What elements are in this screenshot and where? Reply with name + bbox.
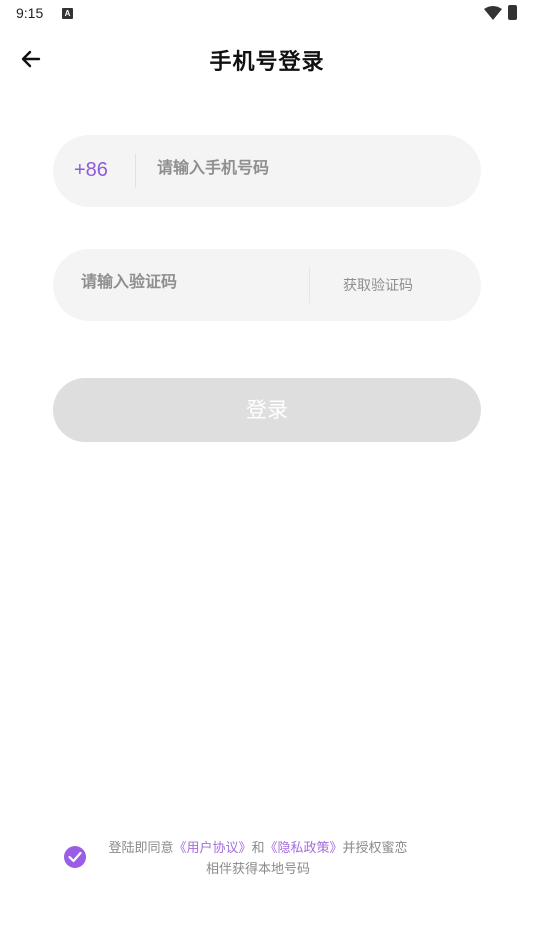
page-title: 手机号登录 <box>209 50 325 75</box>
agreement-checkbox[interactable] <box>64 846 86 868</box>
agreement-prefix: 登陆即同意 <box>108 841 174 856</box>
agreement-line-2: 相伴获得本地号码 <box>205 862 310 877</box>
wifi-icon <box>484 6 502 20</box>
privacy-policy-link[interactable]: 《隐私政策》 <box>265 841 343 856</box>
battery-icon <box>508 5 517 20</box>
login-button[interactable]: 登录 <box>53 378 481 442</box>
check-icon <box>68 851 82 863</box>
code-field: 获取验证码 <box>53 249 481 321</box>
verification-code-input[interactable] <box>81 267 301 295</box>
status-time: 9:15 <box>16 5 44 21</box>
agreement-text: 登陆即同意《用户协议》和《隐私政策》并授权蜜恋 相伴获得本地号码 <box>92 838 424 880</box>
status-bar: 9:15 A <box>0 0 534 28</box>
get-code-button[interactable]: 获取验证码 <box>343 275 413 295</box>
phone-field: +86 <box>53 135 481 207</box>
phone-divider <box>135 154 136 188</box>
notification-icon: A <box>62 8 73 19</box>
agreement-and: 和 <box>251 841 265 856</box>
user-agreement-link[interactable]: 《用户协议》 <box>173 841 251 856</box>
country-code[interactable]: +86 <box>74 159 108 182</box>
agreement-line-1: 登陆即同意《用户协议》和《隐私政策》并授权蜜恋 <box>92 838 424 859</box>
code-divider <box>309 267 310 303</box>
phone-input[interactable] <box>157 153 457 181</box>
agreement-suffix-1: 并授权蜜恋 <box>342 841 408 856</box>
